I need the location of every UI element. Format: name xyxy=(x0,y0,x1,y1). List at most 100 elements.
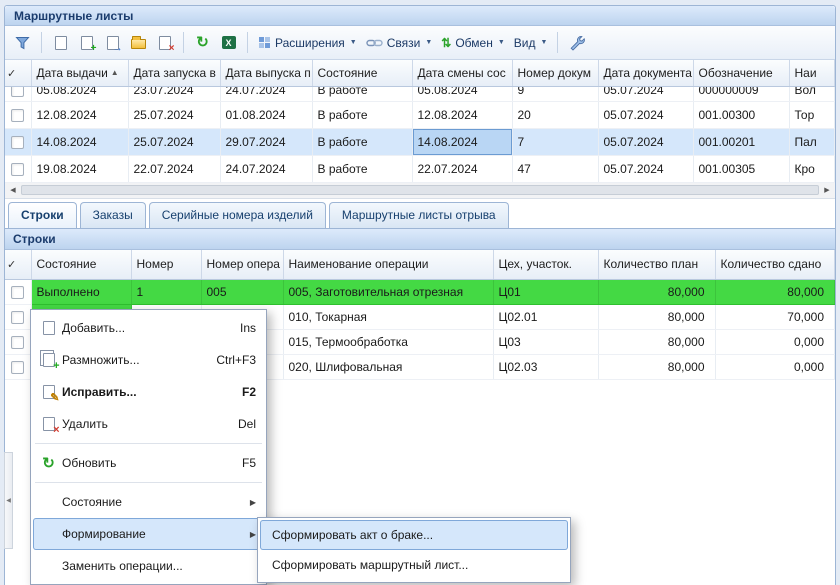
table-row-selected[interactable]: 14.08.2024 25.07.2024 29.07.2024 В работ… xyxy=(5,128,835,155)
submenu-arrow-icon: ▶ xyxy=(250,498,256,507)
bottom-table-header-row: ✓ Состояние Номер Номер опера Наименован… xyxy=(5,250,835,280)
settings-button[interactable] xyxy=(564,30,589,55)
column-header-qty-done[interactable]: Количество сдано xyxy=(715,250,835,280)
row-checkbox[interactable] xyxy=(11,311,24,324)
row-checkbox[interactable] xyxy=(11,136,24,149)
column-header-state[interactable]: Состояние xyxy=(312,60,412,86)
exchange-arrows-icon: ⇅ xyxy=(441,37,451,49)
column-header-line-state[interactable]: Состояние xyxy=(31,250,131,280)
delete-document-icon: × xyxy=(159,36,171,50)
scroll-right-button[interactable]: ▶ xyxy=(819,186,835,194)
row-checkbox[interactable] xyxy=(11,109,24,122)
column-header-line-number[interactable]: Номер xyxy=(131,250,201,280)
filter-icon xyxy=(15,36,30,50)
submenu-item-create-defect-act[interactable]: Сформировать акт о браке... xyxy=(260,520,568,550)
formation-submenu: Сформировать акт о браке... Сформировать… xyxy=(257,517,571,583)
row-checkbox[interactable] xyxy=(11,361,24,374)
left-splitter-handle[interactable]: ◀ xyxy=(4,452,13,549)
tab-tear-off-route-sheets[interactable]: Маршрутные листы отрыва xyxy=(329,202,509,228)
new-document-button[interactable] xyxy=(48,30,73,55)
dropdown-arrow-icon: ▼ xyxy=(350,39,357,46)
table-row[interactable]: 19.08.2024 22.07.2024 24.07.2024 В работ… xyxy=(5,155,835,182)
exchange-menu-button[interactable]: ⇅ Обмен ▼ xyxy=(437,30,509,55)
menu-item-add[interactable]: Добавить... Ins xyxy=(33,312,264,344)
table-row[interactable]: 05.08.2024 23.07.2024 24.07.2024 В работ… xyxy=(5,86,835,101)
delete-document-button[interactable]: × xyxy=(152,30,177,55)
links-chain-icon xyxy=(366,37,383,49)
menu-separator xyxy=(35,482,262,483)
open-folder-icon xyxy=(131,39,146,49)
menu-item-refresh[interactable]: ↻ Обновить F5 xyxy=(33,447,264,479)
extensions-menu-button[interactable]: Расширения ▼ xyxy=(254,30,361,55)
column-header-qty-plan[interactable]: Количество план xyxy=(598,250,715,280)
row-checkbox[interactable] xyxy=(11,163,24,176)
menu-item-replace-operations[interactable]: Заменить операции... xyxy=(33,550,264,582)
column-header-select[interactable]: ✓ xyxy=(5,250,31,280)
column-header-operation-name[interactable]: Наименование операции xyxy=(283,250,493,280)
check-icon: ✓ xyxy=(7,68,16,80)
duplicate-document-icon: + xyxy=(81,36,93,50)
copy-document-icon: → xyxy=(107,36,119,50)
refresh-button[interactable]: ↻ xyxy=(190,30,215,55)
toolbar-separator xyxy=(183,32,184,53)
toolbar: + → × ↻ X Расширения ▼ xyxy=(5,26,835,60)
delete-document-icon: × xyxy=(35,417,62,431)
submenu-item-create-route-sheet[interactable]: Сформировать маршрутный лист... xyxy=(260,550,568,580)
column-header-release-date[interactable]: Дата выпуска п xyxy=(220,60,312,86)
window-title-bar: Маршрутные листы xyxy=(5,6,835,26)
row-checkbox[interactable] xyxy=(11,286,24,299)
menu-item-formation[interactable]: Формирование ▶ xyxy=(33,518,264,550)
duplicate-document-button[interactable]: + xyxy=(74,30,99,55)
links-menu-button[interactable]: Связи ▼ xyxy=(362,30,437,55)
column-header-launch-date[interactable]: Дата запуска в xyxy=(128,60,220,86)
column-header-select[interactable]: ✓ xyxy=(5,60,31,86)
dropdown-arrow-icon: ▼ xyxy=(425,39,432,46)
column-header-state-change-date[interactable]: Дата смены сос xyxy=(412,60,512,86)
lines-section-title: Строки xyxy=(13,232,56,246)
view-menu-button[interactable]: Вид ▼ xyxy=(510,30,552,55)
tab-serial-numbers[interactable]: Серийные номера изделий xyxy=(149,202,326,228)
new-document-icon xyxy=(55,36,67,50)
submenu-arrow-icon: ▶ xyxy=(250,530,256,539)
sort-asc-icon: ▲ xyxy=(111,68,119,77)
menu-separator xyxy=(35,443,262,444)
top-table-header-row: ✓ Дата выдачи▲ Дата запуска в Дата выпус… xyxy=(5,60,835,86)
column-header-designation[interactable]: Обозначение xyxy=(693,60,789,86)
window-title: Маршрутные листы xyxy=(14,9,133,23)
toolbar-separator xyxy=(247,32,248,53)
table-row-done[interactable]: Выполнено 1 005 005, Заготовительная отр… xyxy=(5,280,835,305)
route-sheets-grid: ✓ Дата выдачи▲ Дата запуска в Дата выпус… xyxy=(5,60,835,183)
refresh-icon: ↻ xyxy=(35,456,62,471)
tab-lines[interactable]: Строки xyxy=(8,202,77,228)
route-sheets-window: Маршрутные листы + → × ↻ xyxy=(0,0,840,585)
menu-item-delete[interactable]: × Удалить Del xyxy=(33,408,264,440)
column-header-doc-number[interactable]: Номер докум xyxy=(512,60,598,86)
table-row[interactable]: 12.08.2024 25.07.2024 01.08.2024 В работ… xyxy=(5,101,835,128)
column-header-operation-number[interactable]: Номер опера xyxy=(201,250,283,280)
row-checkbox[interactable] xyxy=(11,86,24,97)
menu-item-duplicate[interactable]: + Размножить... Ctrl+F3 xyxy=(33,344,264,376)
menu-item-state[interactable]: Состояние ▶ xyxy=(33,486,264,518)
column-header-issue-date[interactable]: Дата выдачи▲ xyxy=(31,60,128,86)
open-document-button[interactable] xyxy=(126,30,151,55)
column-header-workshop[interactable]: Цех, участок. xyxy=(493,250,598,280)
dropdown-arrow-icon: ▼ xyxy=(541,39,548,46)
menu-item-edit[interactable]: ✎ Исправить... F2 xyxy=(33,376,264,408)
excel-icon: X xyxy=(222,36,236,49)
copy-document-button[interactable]: → xyxy=(100,30,125,55)
toolbar-separator xyxy=(557,32,558,53)
refresh-icon: ↻ xyxy=(196,35,209,50)
lines-section-header: Строки xyxy=(5,228,835,250)
tab-orders[interactable]: Заказы xyxy=(80,202,146,228)
toolbar-separator xyxy=(41,32,42,53)
top-table-hscrollbar[interactable]: ◀ ▶ xyxy=(5,183,835,199)
scroll-thumb[interactable] xyxy=(21,185,819,195)
wrench-icon xyxy=(569,35,585,51)
row-checkbox[interactable] xyxy=(11,336,24,349)
filter-button[interactable] xyxy=(10,30,35,55)
dropdown-arrow-icon: ▼ xyxy=(498,39,505,46)
excel-export-button[interactable]: X xyxy=(216,30,241,55)
scroll-left-button[interactable]: ◀ xyxy=(5,186,21,194)
column-header-doc-date[interactable]: Дата документа xyxy=(598,60,693,86)
column-header-name[interactable]: Наи xyxy=(789,60,835,86)
